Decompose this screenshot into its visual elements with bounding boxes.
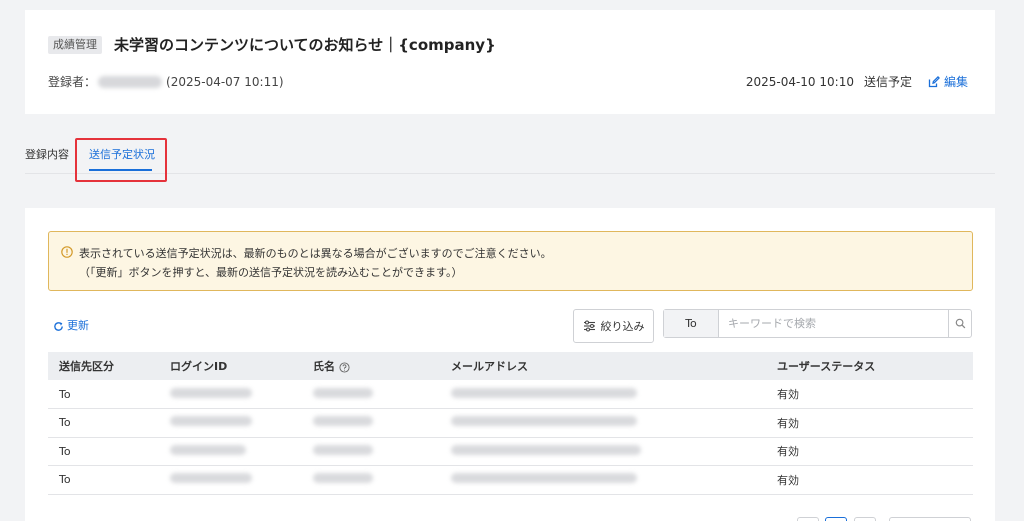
cell-recipient-type: To — [48, 380, 159, 409]
cell-login-id-redacted — [159, 437, 302, 466]
refresh-label: 更新 — [67, 319, 89, 332]
table-row: To 有効 — [48, 408, 973, 438]
cell-recipient-type: To — [48, 408, 159, 438]
active-tab-indicator — [89, 169, 152, 171]
cell-email-redacted — [440, 465, 766, 495]
registrant-info: 登録者： (2025-04-07 10:11) — [48, 73, 284, 91]
recipient-table: 送信先区分 ログインID 氏名 メールアドレス ユーザーステータス To 有効 … — [48, 352, 973, 495]
search-button[interactable] — [948, 310, 971, 337]
search-input[interactable] — [719, 310, 948, 337]
col-header-email: メールアドレス — [451, 360, 528, 373]
search-scope-select[interactable]: To — [664, 310, 719, 337]
cell-recipient-type: To — [48, 437, 159, 466]
notice-line-1: 表示されている送信予定状況は、最新のものとは異なる場合がございますのでご注意くだ… — [79, 247, 552, 260]
pagination-prev-button[interactable] — [797, 517, 819, 521]
notice-text: 表示されている送信予定状況は、最新のものとは異なる場合がございますのでご注意くだ… — [79, 244, 552, 282]
cell-email-redacted — [440, 380, 766, 409]
info-circle-icon — [61, 246, 73, 258]
col-header-login-id: ログインID — [170, 360, 228, 373]
cell-email-redacted — [440, 408, 766, 438]
tab-registration-content[interactable]: 登録内容 — [25, 148, 69, 162]
cell-recipient-type: To — [48, 465, 159, 495]
col-header-recipient-type: 送信先区分 — [59, 360, 114, 373]
table-row: To 有効 — [48, 465, 973, 495]
edit-label: 編集 — [943, 75, 968, 89]
cell-email-redacted — [440, 437, 766, 466]
notice-line-2: （「更新」ボタンを押すと、最新の送信予定状況を読み込むことができます。） — [79, 266, 463, 279]
search-box: To — [663, 309, 972, 338]
col-header-name-label: 氏名 — [313, 360, 335, 373]
cell-user-status: 有効 — [766, 437, 973, 466]
edit-button[interactable]: 編集 — [928, 73, 968, 91]
category-badge: 成績管理 — [48, 36, 102, 54]
tab-send-schedule-status[interactable]: 送信予定状況 — [89, 148, 155, 162]
table-header-row: 送信先区分 ログインID 氏名 メールアドレス ユーザーステータス — [48, 352, 973, 380]
refresh-button[interactable]: 更新 — [53, 319, 89, 333]
help-circle-icon[interactable] — [339, 361, 350, 373]
cell-user-status: 有効 — [766, 408, 973, 438]
table-row: To 有効 — [48, 380, 973, 409]
col-header-user-status: ユーザーステータス — [777, 360, 876, 373]
refresh-icon — [54, 321, 63, 331]
cell-login-id-redacted — [159, 408, 302, 438]
page-title: 未学習のコンテンツについてのお知らせ｜{company} — [114, 36, 496, 54]
cell-user-status: 有効 — [766, 465, 973, 495]
page-size-select[interactable] — [889, 517, 971, 521]
cell-name-redacted — [302, 465, 440, 495]
send-status: 送信予定 — [863, 75, 912, 89]
search-icon — [955, 318, 965, 329]
table-row: To 有効 — [48, 437, 973, 466]
registrant-name-redacted — [98, 76, 163, 88]
cell-name-redacted — [302, 380, 440, 409]
pagination-next-button[interactable] — [854, 517, 876, 521]
pagination-current-page[interactable] — [825, 517, 847, 521]
send-status-card: 表示されている送信予定状況は、最新のものとは異なる場合がございますのでご注意くだ… — [25, 208, 995, 521]
cell-name-redacted — [302, 408, 440, 438]
filter-button[interactable]: 絞り込み — [573, 309, 654, 343]
tab-bar: 登録内容 送信予定状況 — [25, 130, 995, 182]
notification-header-card: 成績管理 未学習のコンテンツについてのお知らせ｜{company} 登録者： (… — [25, 10, 995, 114]
sliders-icon — [583, 320, 595, 332]
edit-icon — [928, 76, 940, 88]
send-schedule: 2025-04-10 10:10 送信予定 編集 — [746, 73, 968, 91]
cell-login-id-redacted — [159, 465, 302, 495]
send-datetime: 2025-04-10 10:10 — [745, 75, 854, 89]
cell-user-status: 有効 — [766, 380, 973, 409]
col-header-name: 氏名 — [302, 352, 440, 380]
cell-name-redacted — [302, 437, 440, 466]
registered-at: (2025-04-07 10:11) — [166, 75, 284, 89]
registrant-label: 登録者： — [48, 75, 97, 89]
cell-login-id-redacted — [159, 380, 302, 409]
notice-box: 表示されている送信予定状況は、最新のものとは異なる場合がございますのでご注意くだ… — [48, 231, 973, 291]
filter-label: 絞り込み — [600, 320, 645, 333]
